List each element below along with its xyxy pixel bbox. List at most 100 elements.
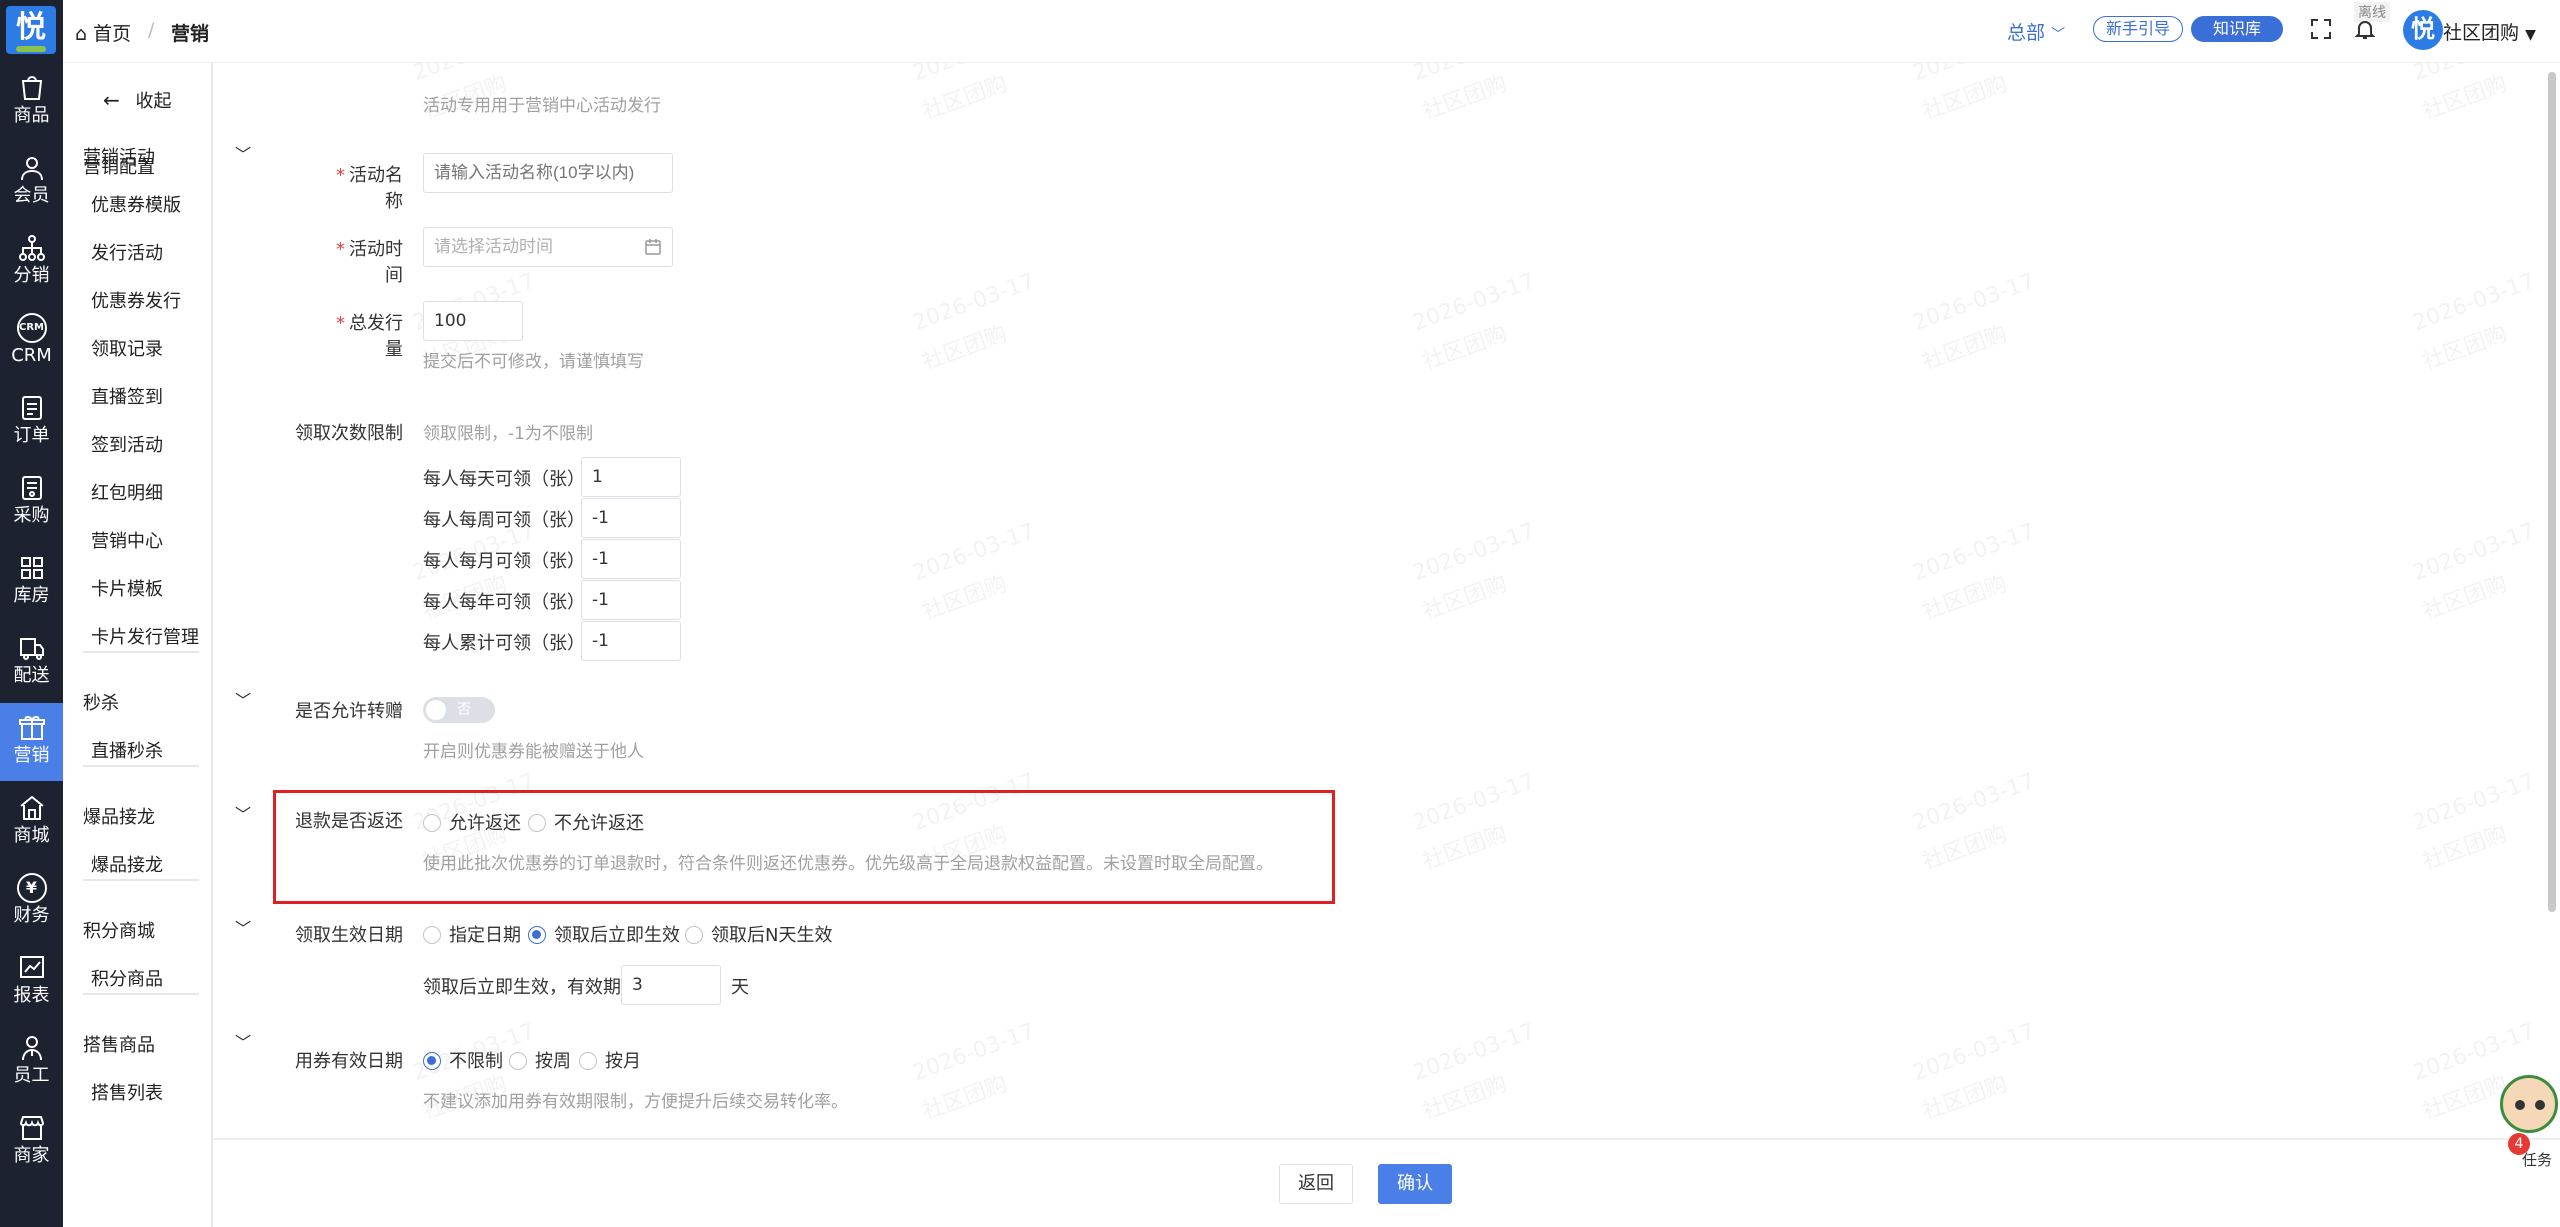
rail-item-1[interactable]: 会员 bbox=[0, 143, 63, 221]
user-menu[interactable]: 社区团购 ▼ bbox=[2443, 18, 2536, 45]
breadcrumb-home[interactable]: ⌂ 首页 bbox=[75, 19, 131, 46]
menu-item[interactable]: 卡片发行管理 bbox=[91, 623, 199, 649]
radio-circle-icon bbox=[509, 1052, 527, 1070]
radio-circle-icon bbox=[579, 1052, 597, 1070]
activity-name-input[interactable] bbox=[423, 153, 673, 193]
limit-row-input[interactable]: -1 bbox=[581, 621, 681, 661]
chart-icon bbox=[0, 943, 63, 983]
gift-icon bbox=[0, 703, 63, 743]
validity-days-input[interactable]: 3 bbox=[621, 965, 721, 1005]
menu-item[interactable]: 爆品接龙 bbox=[91, 851, 163, 877]
limit-row-label: 每人每天可领（张） bbox=[423, 469, 585, 490]
menu-item[interactable]: 优惠券发行 bbox=[91, 287, 181, 313]
rail-item-label: 商城 bbox=[13, 825, 50, 846]
crm-icon: CRM bbox=[0, 303, 63, 343]
coupon-form: 活动专用用于营销中心活动发行 *活动名称 *活动时间 请选择活动时间 *总发行量… bbox=[213, 63, 2548, 1138]
menu-item[interactable]: 红包明细 bbox=[91, 479, 163, 505]
effective-label: 领取生效日期 bbox=[295, 925, 403, 946]
rail-item-10[interactable]: ¥ 财务 bbox=[0, 863, 63, 941]
usage-option-2[interactable]: 按月 bbox=[579, 1047, 641, 1073]
menu-item[interactable]: 发行活动 bbox=[91, 239, 163, 265]
usage-option-0[interactable]: 不限制 bbox=[423, 1047, 503, 1073]
region-selector[interactable]: 总部 ﹀ bbox=[2007, 18, 2065, 45]
rail-item-0[interactable]: 商品 bbox=[0, 63, 63, 141]
rail-item-11[interactable]: 报表 bbox=[0, 943, 63, 1021]
rail-item-9[interactable]: 商城 bbox=[0, 783, 63, 861]
bag-icon bbox=[0, 63, 63, 103]
warehouse-icon bbox=[0, 543, 63, 583]
usage-option-1[interactable]: 按周 bbox=[509, 1047, 571, 1073]
menu-item[interactable]: 签到活动 bbox=[91, 431, 163, 457]
back-button[interactable]: 返回 bbox=[1279, 1164, 1353, 1204]
task-assistant[interactable]: 4 任务 bbox=[2498, 1075, 2560, 1175]
breadcrumb-separator: / bbox=[148, 19, 155, 41]
menu-divider bbox=[83, 879, 199, 881]
menu-item[interactable]: 搭售列表 bbox=[91, 1079, 163, 1105]
effective-option-1[interactable]: 领取后立即生效 bbox=[528, 921, 680, 947]
rail-item-4[interactable]: 订单 bbox=[0, 383, 63, 461]
radio-circle-icon bbox=[423, 1052, 441, 1070]
breadcrumb-current: 营销 bbox=[171, 23, 210, 45]
activity-time-picker[interactable]: 请选择活动时间 bbox=[423, 227, 673, 267]
menu-item[interactable]: 卡片模板 bbox=[91, 575, 163, 601]
shop-icon bbox=[0, 783, 63, 823]
guide-button[interactable]: 新手引导 bbox=[2093, 16, 2184, 42]
menu-group-title: 秒杀 bbox=[83, 693, 119, 714]
transfer-hint: 开启则优惠券能被赠送于他人 bbox=[423, 742, 644, 762]
form-footer: 返回 确认 bbox=[213, 1138, 2560, 1227]
menu-item[interactable]: 直播签到 bbox=[91, 383, 163, 409]
page-scrollbar[interactable] bbox=[2548, 72, 2556, 912]
rail-item-8[interactable]: 营销 bbox=[0, 703, 63, 781]
calendar-icon bbox=[645, 239, 661, 255]
menu-group-4[interactable]: 搭售商品 ﹀ bbox=[83, 1031, 251, 1057]
assistant-avatar-icon bbox=[2500, 1075, 2558, 1133]
radio-label: 不限制 bbox=[449, 1051, 503, 1072]
time-label: * 活动时间 bbox=[336, 239, 403, 286]
knowledge-base-button[interactable]: 知识库 bbox=[2191, 16, 2284, 42]
menu-item[interactable]: 直播秒杀 bbox=[91, 737, 163, 763]
menu-group-1[interactable]: 秒杀 ﹀ bbox=[83, 689, 251, 715]
limit-row-input[interactable]: -1 bbox=[581, 539, 681, 579]
total-quantity-input[interactable]: 100 bbox=[423, 301, 523, 341]
hierarchy-icon bbox=[0, 223, 63, 263]
menu-item[interactable]: 领取记录 bbox=[91, 335, 163, 361]
rail-item-label: 财务 bbox=[13, 905, 50, 926]
transfer-label: 是否允许转赠 bbox=[295, 701, 403, 722]
rail-item-5[interactable]: 采购 bbox=[0, 463, 63, 541]
app-logo: 悦 bbox=[6, 6, 56, 54]
chevron-down-icon: ﹀ bbox=[2051, 27, 2066, 43]
rail-item-12[interactable]: 员工 bbox=[0, 1023, 63, 1101]
radio-label: 按月 bbox=[605, 1051, 641, 1072]
avatar[interactable]: 悦 bbox=[2403, 10, 2443, 50]
menu-item[interactable]: 积分商品 bbox=[91, 965, 163, 991]
rail-item-label: 报表 bbox=[13, 985, 50, 1006]
purchase-icon bbox=[0, 463, 63, 503]
menu-item[interactable]: 营销中心 bbox=[91, 527, 163, 553]
menu-divider bbox=[83, 651, 199, 653]
menu-group-2[interactable]: 爆品接龙 ﹀ bbox=[83, 803, 251, 829]
effective-option-0[interactable]: 指定日期 bbox=[423, 921, 521, 947]
limit-row-label: 每人每月可领（张） bbox=[423, 551, 585, 572]
usage-label: 用券有效日期 bbox=[295, 1051, 403, 1072]
menu-group-0[interactable]: 营销活动 ﹀ bbox=[83, 143, 251, 169]
menu-group-3[interactable]: 积分商城 ﹀ bbox=[83, 917, 251, 943]
rail-item-label: 营销 bbox=[13, 745, 50, 766]
confirm-button[interactable]: 确认 bbox=[1378, 1164, 1452, 1204]
rail-item-13[interactable]: 商家 bbox=[0, 1103, 63, 1181]
menu-item[interactable]: 优惠券模版 bbox=[91, 191, 181, 217]
limit-row-input[interactable]: -1 bbox=[581, 580, 681, 620]
bell-icon[interactable] bbox=[2353, 17, 2379, 43]
collapse-button[interactable]: ← 收起 bbox=[103, 87, 172, 113]
caret-down-icon: ▼ bbox=[2525, 27, 2536, 43]
effective-option-2[interactable]: 领取后N天生效 bbox=[685, 921, 832, 947]
fullscreen-icon[interactable] bbox=[2309, 17, 2335, 43]
radio-label: 指定日期 bbox=[449, 925, 521, 946]
rail-item-6[interactable]: 库房 bbox=[0, 543, 63, 621]
limit-row-input[interactable]: 1 bbox=[581, 457, 681, 497]
rail-item-7[interactable]: 配送 bbox=[0, 623, 63, 701]
rail-item-3[interactable]: CRM CRM bbox=[0, 303, 63, 381]
delivery-icon bbox=[0, 623, 63, 663]
transfer-switch[interactable]: 否 bbox=[423, 697, 495, 723]
limit-row-input[interactable]: -1 bbox=[581, 498, 681, 538]
rail-item-2[interactable]: 分销 bbox=[0, 223, 63, 301]
